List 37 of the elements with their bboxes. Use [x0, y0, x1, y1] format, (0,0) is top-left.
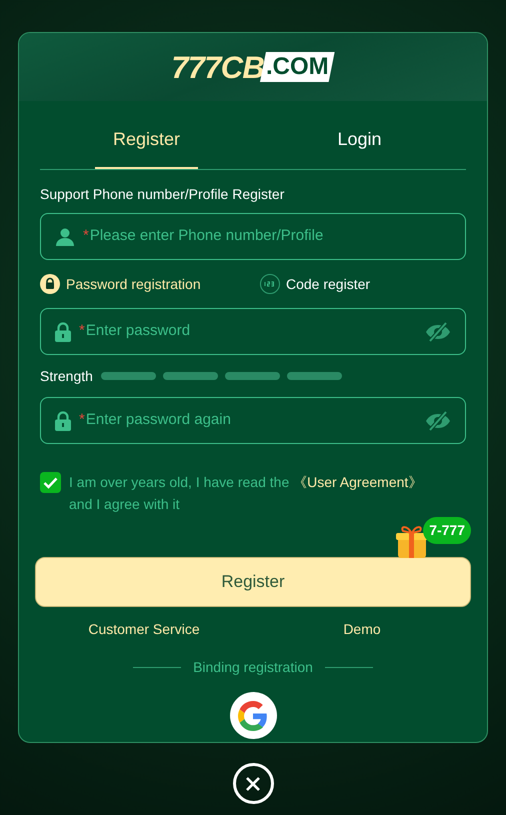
tab[interactable]: Register — [40, 103, 253, 169]
method-option[interactable]: Password registration — [40, 274, 260, 294]
strength-label: Strength — [40, 366, 93, 386]
strength-segment — [162, 372, 218, 380]
lock-icon — [55, 322, 71, 342]
lock-icon — [55, 410, 71, 430]
gift-icon — [395, 523, 429, 559]
digits-icon — [260, 274, 280, 294]
register-button[interactable]: Register — [35, 557, 471, 607]
required-mark: * — [83, 226, 89, 246]
input-text[interactable]: Enter password again — [86, 409, 417, 432]
required-mark: * — [79, 321, 85, 342]
google-button[interactable] — [230, 692, 276, 739]
strength-segment — [286, 372, 342, 380]
strength-segment — [224, 372, 280, 380]
strength-segment — [100, 372, 156, 380]
tab[interactable]: Login — [253, 103, 466, 169]
agreement-text: I am over years old, I have read the 《User Agreement》 and I agree with it — [69, 473, 424, 514]
divider-label: Binding registration — [193, 658, 313, 677]
agreement-checkbox[interactable] — [40, 472, 61, 493]
input-text[interactable]: Enter password — [86, 320, 417, 343]
method-option[interactable]: Code register — [260, 274, 370, 294]
check-icon — [43, 476, 58, 488]
required-mark: * — [79, 410, 85, 430]
close-button[interactable] — [232, 763, 274, 804]
eye-off-icon[interactable] — [425, 322, 451, 342]
user-agreement-link[interactable]: 《User Agreement》 — [293, 474, 422, 490]
input-text[interactable]: Please enter Phone number/Profile — [90, 225, 451, 248]
eye-off-icon[interactable] — [425, 410, 451, 430]
close-icon — [245, 776, 261, 792]
google-icon — [238, 700, 268, 730]
bonus-badge: 7-777 — [423, 517, 471, 544]
field-label: Support Phone number/Profile Register — [40, 185, 286, 204]
footer-link[interactable]: Customer Service — [35, 619, 253, 640]
lock-icon — [40, 274, 60, 294]
footer-link[interactable]: Demo — [253, 619, 471, 640]
person-icon — [55, 226, 75, 246]
